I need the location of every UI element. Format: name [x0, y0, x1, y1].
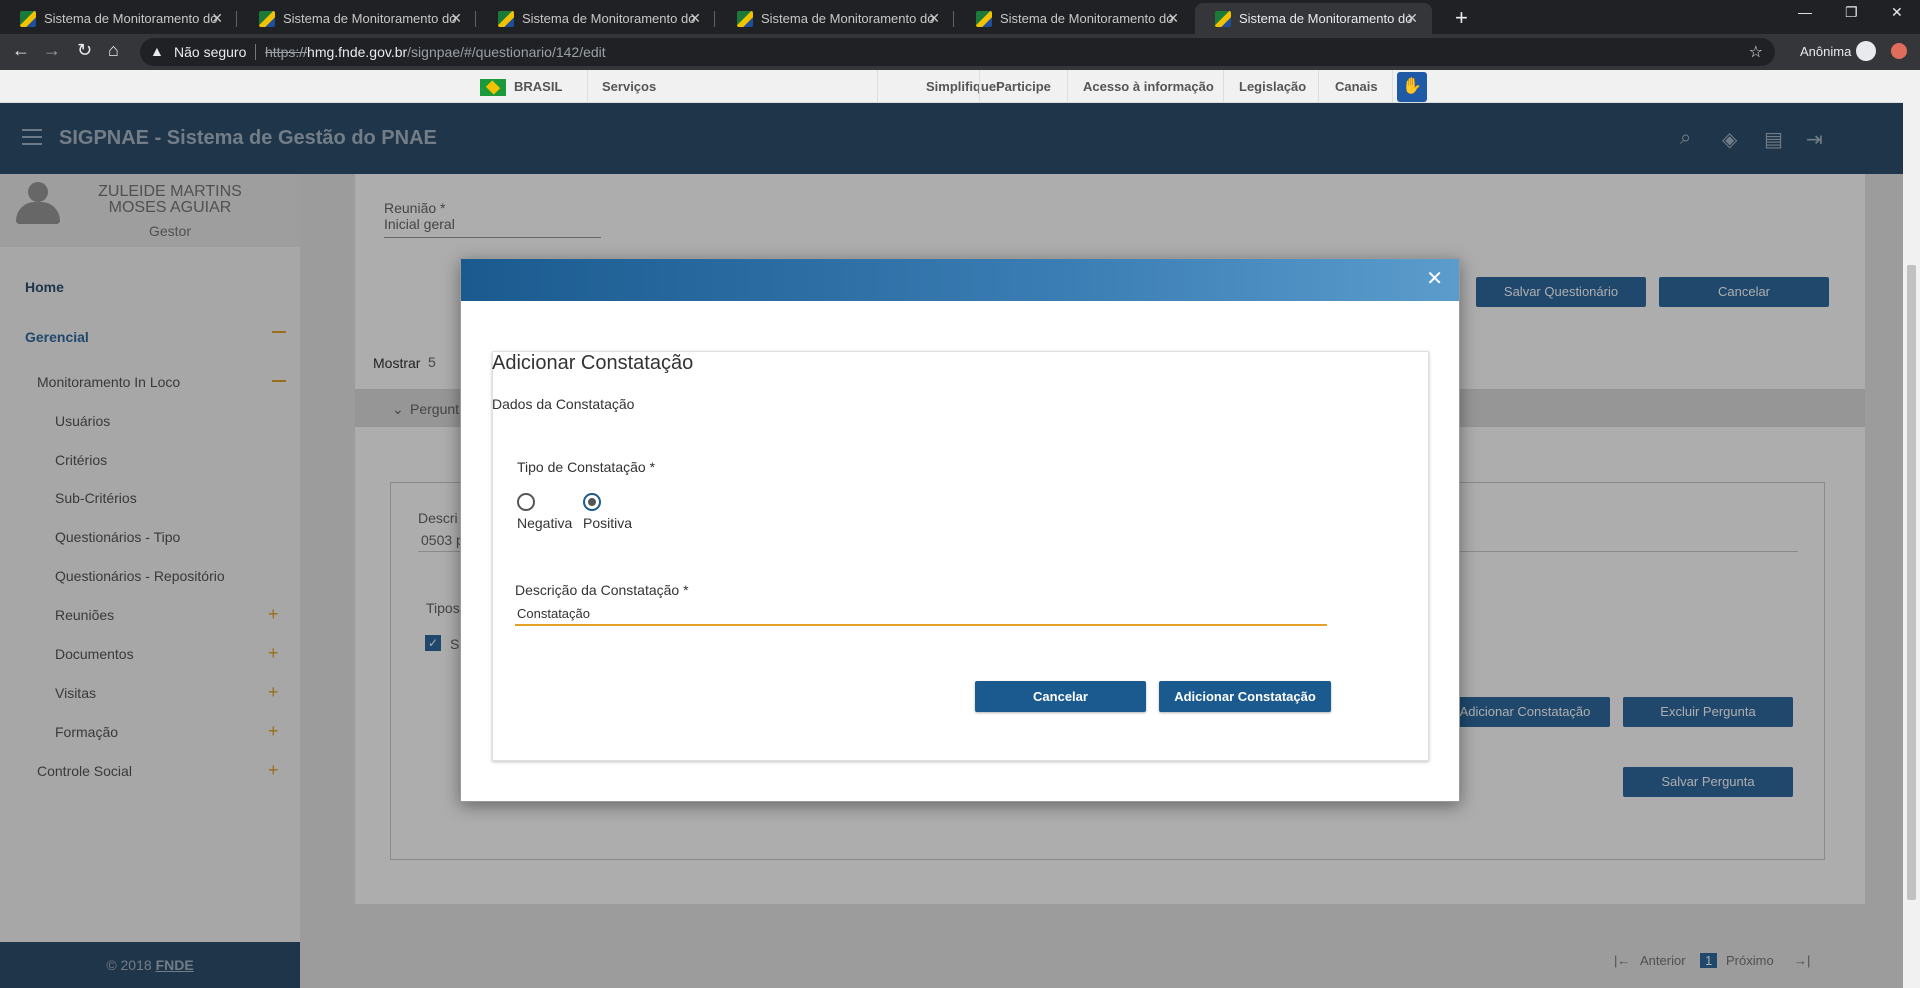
- bookmark-star-icon[interactable]: ☆: [1749, 42, 1763, 62]
- restore-icon[interactable]: ❐: [1845, 4, 1858, 21]
- site-favicon-icon: [498, 10, 514, 27]
- vlibras-hand-icon[interactable]: ✋: [1397, 72, 1427, 102]
- warning-icon: ▲: [150, 43, 164, 59]
- site-favicon-icon: [20, 10, 36, 27]
- tab-title: Sistema de Monitoramento do PNAE: [44, 11, 220, 26]
- gov-simplifique-link[interactable]: Simplifique!: [926, 79, 1000, 94]
- close-tab-icon[interactable]: ✕: [928, 10, 940, 27]
- window-close-icon[interactable]: ✕: [1891, 4, 1903, 21]
- browser-tab[interactable]: Sistema de Monitoramento do PNAE✕: [0, 3, 237, 34]
- site-favicon-icon: [976, 10, 992, 27]
- close-icon[interactable]: ✕: [1426, 269, 1443, 289]
- forward-icon[interactable]: →: [43, 40, 61, 61]
- close-tab-icon[interactable]: ✕: [450, 10, 462, 27]
- tipo-constatacao-label: Tipo de Constatação *: [517, 459, 656, 475]
- radio-positiva[interactable]: [583, 493, 601, 511]
- gov-servicos-link[interactable]: Serviços: [602, 79, 656, 94]
- add-constatacao-button[interactable]: Adicionar Constatação: [1159, 681, 1331, 712]
- browser-tab[interactable]: Sistema de Monitoramento do PNAE✕: [956, 3, 1193, 34]
- new-tab-icon[interactable]: +: [1455, 5, 1468, 31]
- brazil-flag-icon: [480, 79, 506, 96]
- security-label[interactable]: Não seguro: [174, 44, 246, 60]
- modal-backdrop-header: [0, 103, 1903, 174]
- browser-tab-strip: Sistema de Monitoramento do PNAE✕ Sistem…: [0, 0, 1920, 34]
- incognito-icon[interactable]: [1856, 41, 1876, 61]
- url-host: hmg.fnde.gov.br: [307, 44, 408, 60]
- close-tab-icon[interactable]: ✕: [1406, 10, 1418, 27]
- tab-title: Sistema de Monitoramento do PNAE: [1000, 11, 1176, 26]
- tab-title: Sistema de Monitoramento do PNAE: [522, 11, 698, 26]
- close-tab-icon[interactable]: ✕: [211, 10, 223, 27]
- gov-brasil-link[interactable]: BRASIL: [514, 79, 562, 94]
- close-tab-icon[interactable]: ✕: [1167, 10, 1179, 27]
- browser-toolbar: ← → ↻ ⌂ ▲ Não seguro https://hmg.fnde.go…: [0, 34, 1920, 70]
- scrollbar-thumb[interactable]: [1907, 265, 1916, 900]
- browser-tab[interactable]: Sistema de Monitoramento do PNAE✕: [478, 3, 715, 34]
- tab-title: Sistema de Monitoramento do PNAE: [1239, 11, 1415, 26]
- dialog-subtitle: Dados da Constatação: [492, 396, 635, 412]
- gov-legislacao-link[interactable]: Legislação: [1239, 79, 1306, 94]
- address-bar[interactable]: ▲ Não seguro https://hmg.fnde.gov.br/sig…: [140, 38, 1775, 66]
- page-scrollbar[interactable]: [1903, 70, 1920, 988]
- extension-icon[interactable]: [1891, 43, 1907, 59]
- browser-tab[interactable]: Sistema de Monitoramento do PNAE✕: [239, 3, 476, 34]
- gov-canais-link[interactable]: Canais: [1335, 79, 1378, 94]
- radio-positiva-label[interactable]: Positiva: [583, 515, 632, 531]
- site-favicon-icon: [259, 10, 275, 27]
- cancel-button[interactable]: Cancelar: [975, 681, 1146, 712]
- radio-negativa[interactable]: [517, 493, 535, 511]
- tab-title: Sistema de Monitoramento do PNAE: [283, 11, 459, 26]
- reload-icon[interactable]: ↻: [77, 40, 92, 61]
- dialog-title: Adicionar Constatação: [492, 352, 694, 374]
- url-path: /signpae/#/questionario/142/edit: [407, 44, 606, 60]
- url-text[interactable]: https://hmg.fnde.gov.br/signpae/#/questi…: [265, 44, 606, 60]
- dialog-header: ✕: [461, 259, 1459, 301]
- gov-bar: BRASIL Serviços Simplifique! Participe A…: [0, 70, 1920, 103]
- browser-tab[interactable]: Sistema de Monitoramento do PNAE✕: [717, 3, 954, 34]
- back-icon[interactable]: ←: [12, 40, 30, 61]
- profile-label[interactable]: Anônima: [1800, 44, 1851, 59]
- radio-negativa-label[interactable]: Negativa: [517, 515, 572, 531]
- tab-title: Sistema de Monitoramento do PNAE: [761, 11, 937, 26]
- url-protocol: https://: [265, 44, 308, 60]
- close-tab-icon[interactable]: ✕: [689, 10, 701, 27]
- add-constatacao-dialog: ✕ Adicionar Constatação Dados da Constat…: [460, 258, 1460, 802]
- home-icon[interactable]: ⌂: [108, 40, 119, 61]
- minimize-icon[interactable]: —: [1798, 4, 1812, 20]
- descricao-constatacao-label: Descrição da Constatação *: [515, 582, 689, 598]
- site-favicon-icon: [1215, 10, 1231, 27]
- browser-tab-active[interactable]: Sistema de Monitoramento do PNAE✕: [1195, 3, 1432, 34]
- gov-participe-link[interactable]: Participe: [996, 79, 1051, 94]
- descricao-constatacao-input[interactable]: [515, 602, 1327, 626]
- gov-acesso-link[interactable]: Acesso à informação: [1083, 79, 1214, 94]
- site-favicon-icon: [737, 10, 753, 27]
